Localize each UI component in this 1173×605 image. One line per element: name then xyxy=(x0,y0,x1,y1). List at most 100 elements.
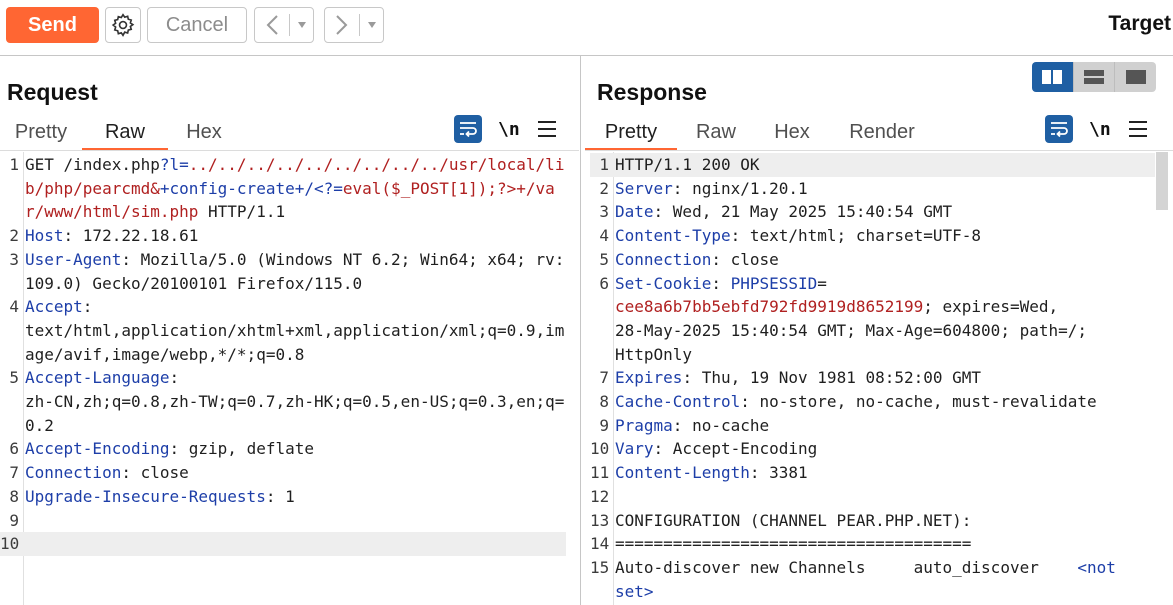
code-line[interactable]: 7 Expires: Thu, 19 Nov 1981 08:52:00 GMT xyxy=(590,366,1155,390)
code-token: Set-Cookie xyxy=(615,273,712,293)
cancel-button[interactable]: Cancel xyxy=(147,7,247,43)
code-line[interactable]: 8 Cache-Control: no-store, no-cache, must… xyxy=(590,390,1155,414)
code-line[interactable]: 9 xyxy=(0,509,566,533)
code-line[interactable]: 3 Date: Wed, 21 May 2025 15:40:54 GMT xyxy=(590,200,1155,224)
response-editor-tools: \n xyxy=(1045,115,1149,143)
code-line[interactable]: 1 GET /index.php?l=../../../../../../../.… xyxy=(0,153,566,224)
code-token: Cache-Control xyxy=(615,392,741,412)
send-button[interactable]: Send xyxy=(6,7,99,43)
code-line[interactable]: 2 Server: nginx/1.20.1 xyxy=(590,177,1155,201)
code-line[interactable]: 12 xyxy=(590,485,1155,509)
line-number: 2 xyxy=(9,226,19,246)
layout-side-by-side-button[interactable] xyxy=(1032,62,1073,92)
menu-icon-bar xyxy=(538,128,556,130)
target-label[interactable]: Target xyxy=(1108,12,1171,36)
line-number: 13 xyxy=(590,510,610,530)
forward-button[interactable] xyxy=(325,8,359,42)
code-line[interactable]: 14 ===================================== xyxy=(590,532,1155,556)
panel-splitter[interactable] xyxy=(580,56,581,605)
single-pane-icon xyxy=(1125,70,1146,84)
code-token: cee8a6b7bb5ebfd792fd9919d8652199 xyxy=(615,297,924,317)
response-editor[interactable]: 1 HTTP/1.1 200 OK 2 Server: nginx/1.20.1 3 Da… xyxy=(590,153,1155,603)
request-menu-button[interactable] xyxy=(536,119,558,139)
code-line[interactable]: 9 Pragma: no-cache xyxy=(590,414,1155,438)
line-content: Server: nginx/1.20.1 xyxy=(612,177,1155,201)
line-number: 3 xyxy=(599,202,609,222)
tab-request-raw[interactable]: Raw xyxy=(82,117,168,151)
code-token: Pragma xyxy=(615,415,673,435)
back-history-dropdown[interactable] xyxy=(290,8,313,42)
code-line[interactable]: 11 Content-Length: 3381 xyxy=(590,461,1155,485)
code-token: : 3381 xyxy=(749,463,808,483)
code-token: ?l= xyxy=(159,155,189,174)
code-line[interactable]: 1 HTTP/1.1 200 OK xyxy=(590,153,1155,177)
code-token: : 172.22.18.61 xyxy=(63,226,199,246)
code-token: Accept xyxy=(25,297,83,317)
show-newlines-button[interactable]: \n xyxy=(1089,119,1113,140)
layout-tabs-button[interactable] xyxy=(1114,62,1156,92)
line-content: Content-Type: text/html; charset=UTF-8 xyxy=(612,224,1155,248)
code-line[interactable]: 5 Connection: close xyxy=(590,248,1155,272)
code-line[interactable]: 5 Accept-Language: zh-CN,zh;q=0.8,zh-TW;q… xyxy=(0,366,566,437)
line-content: Expires: Thu, 19 Nov 1981 08:52:00 GMT xyxy=(612,366,1155,390)
settings-button[interactable] xyxy=(105,7,141,43)
tab-response-pretty[interactable]: Pretty xyxy=(585,117,677,151)
code-line[interactable]: 2 Host: 172.22.18.61 xyxy=(0,224,566,248)
line-number: 2 xyxy=(599,178,609,198)
word-wrap-button[interactable] xyxy=(454,115,482,143)
line-content xyxy=(22,532,566,556)
tab-request-pretty[interactable]: Pretty xyxy=(0,117,82,151)
gear-icon xyxy=(111,13,135,37)
code-line[interactable]: 4 Content-Type: text/html; charset=UTF-8 xyxy=(590,224,1155,248)
tab-response-render[interactable]: Render xyxy=(829,117,935,151)
line-number: 14 xyxy=(590,534,610,554)
menu-icon xyxy=(1129,121,1147,123)
response-scrollbar-thumb[interactable] xyxy=(1156,152,1168,210)
show-newlines-button[interactable]: \n xyxy=(498,119,522,140)
tab-request-hex[interactable]: Hex xyxy=(168,117,240,151)
layout-stacked-button[interactable] xyxy=(1072,62,1115,92)
forward-history-dropdown[interactable] xyxy=(360,8,383,42)
word-wrap-icon xyxy=(1051,122,1068,138)
response-menu-button[interactable] xyxy=(1127,119,1149,139)
layout-toggle xyxy=(1032,62,1156,92)
line-content: Host: 172.22.18.61 xyxy=(22,224,566,248)
code-token: : close xyxy=(121,463,189,483)
chevron-left-icon xyxy=(266,15,278,35)
code-token: User-Agent xyxy=(25,249,122,269)
word-wrap-button[interactable] xyxy=(1045,115,1073,143)
code-line[interactable]: 4 Accept: text/html,application/xhtml+xml… xyxy=(0,295,566,366)
chevron-down-icon xyxy=(297,22,306,28)
line-content: Date: Wed, 21 May 2025 15:40:54 GMT xyxy=(612,200,1155,224)
code-line[interactable]: 13 CONFIGURATION (CHANNEL PEAR.PHP.NET): xyxy=(590,509,1155,533)
line-content: Pragma: no-cache xyxy=(612,414,1155,438)
code-line[interactable]: 15 Auto-discover new Channels auto_discov… xyxy=(590,556,1155,603)
line-number: 5 xyxy=(9,368,19,388)
tab-response-raw[interactable]: Raw xyxy=(677,117,755,151)
columns-icon xyxy=(1042,70,1063,84)
code-token: Accept-Encoding xyxy=(25,439,170,459)
tabs-underline xyxy=(585,150,1173,151)
code-line[interactable]: 6 Accept-Encoding: gzip, deflate xyxy=(0,437,566,461)
code-line[interactable]: 3 User-Agent: Mozilla/5.0 (Windows NT 6.2… xyxy=(0,248,566,295)
line-content xyxy=(612,485,1155,509)
code-line[interactable]: 10 xyxy=(0,532,566,556)
line-number: 1 xyxy=(9,155,19,174)
code-line[interactable]: 6 Set-Cookie: PHPSESSID= cee8a6b7bb5ebfd7… xyxy=(590,272,1155,367)
rows-icon xyxy=(1084,70,1104,84)
line-number: 9 xyxy=(9,510,19,530)
code-line[interactable]: 10 Vary: Accept-Encoding xyxy=(590,437,1155,461)
tab-response-hex[interactable]: Hex xyxy=(755,117,829,151)
toolbar-divider xyxy=(0,55,1173,56)
request-editor[interactable]: 1 GET /index.php?l=../../../../../../../.… xyxy=(0,153,566,556)
code-line[interactable]: 8 Upgrade-Insecure-Requests: 1 xyxy=(0,485,566,509)
menu-icon-bar xyxy=(1129,128,1147,130)
code-line[interactable]: 7 Connection: close xyxy=(0,461,566,485)
code-token: Auto-discover new Channels auto_discover xyxy=(615,557,1078,577)
tabs-underline xyxy=(0,150,579,151)
request-editor-tools: \n xyxy=(454,115,558,143)
code-token: : no-cache xyxy=(672,415,770,435)
line-number: 8 xyxy=(9,486,19,506)
back-button[interactable] xyxy=(255,8,289,42)
request-tabs: Pretty Raw Hex xyxy=(0,117,240,151)
